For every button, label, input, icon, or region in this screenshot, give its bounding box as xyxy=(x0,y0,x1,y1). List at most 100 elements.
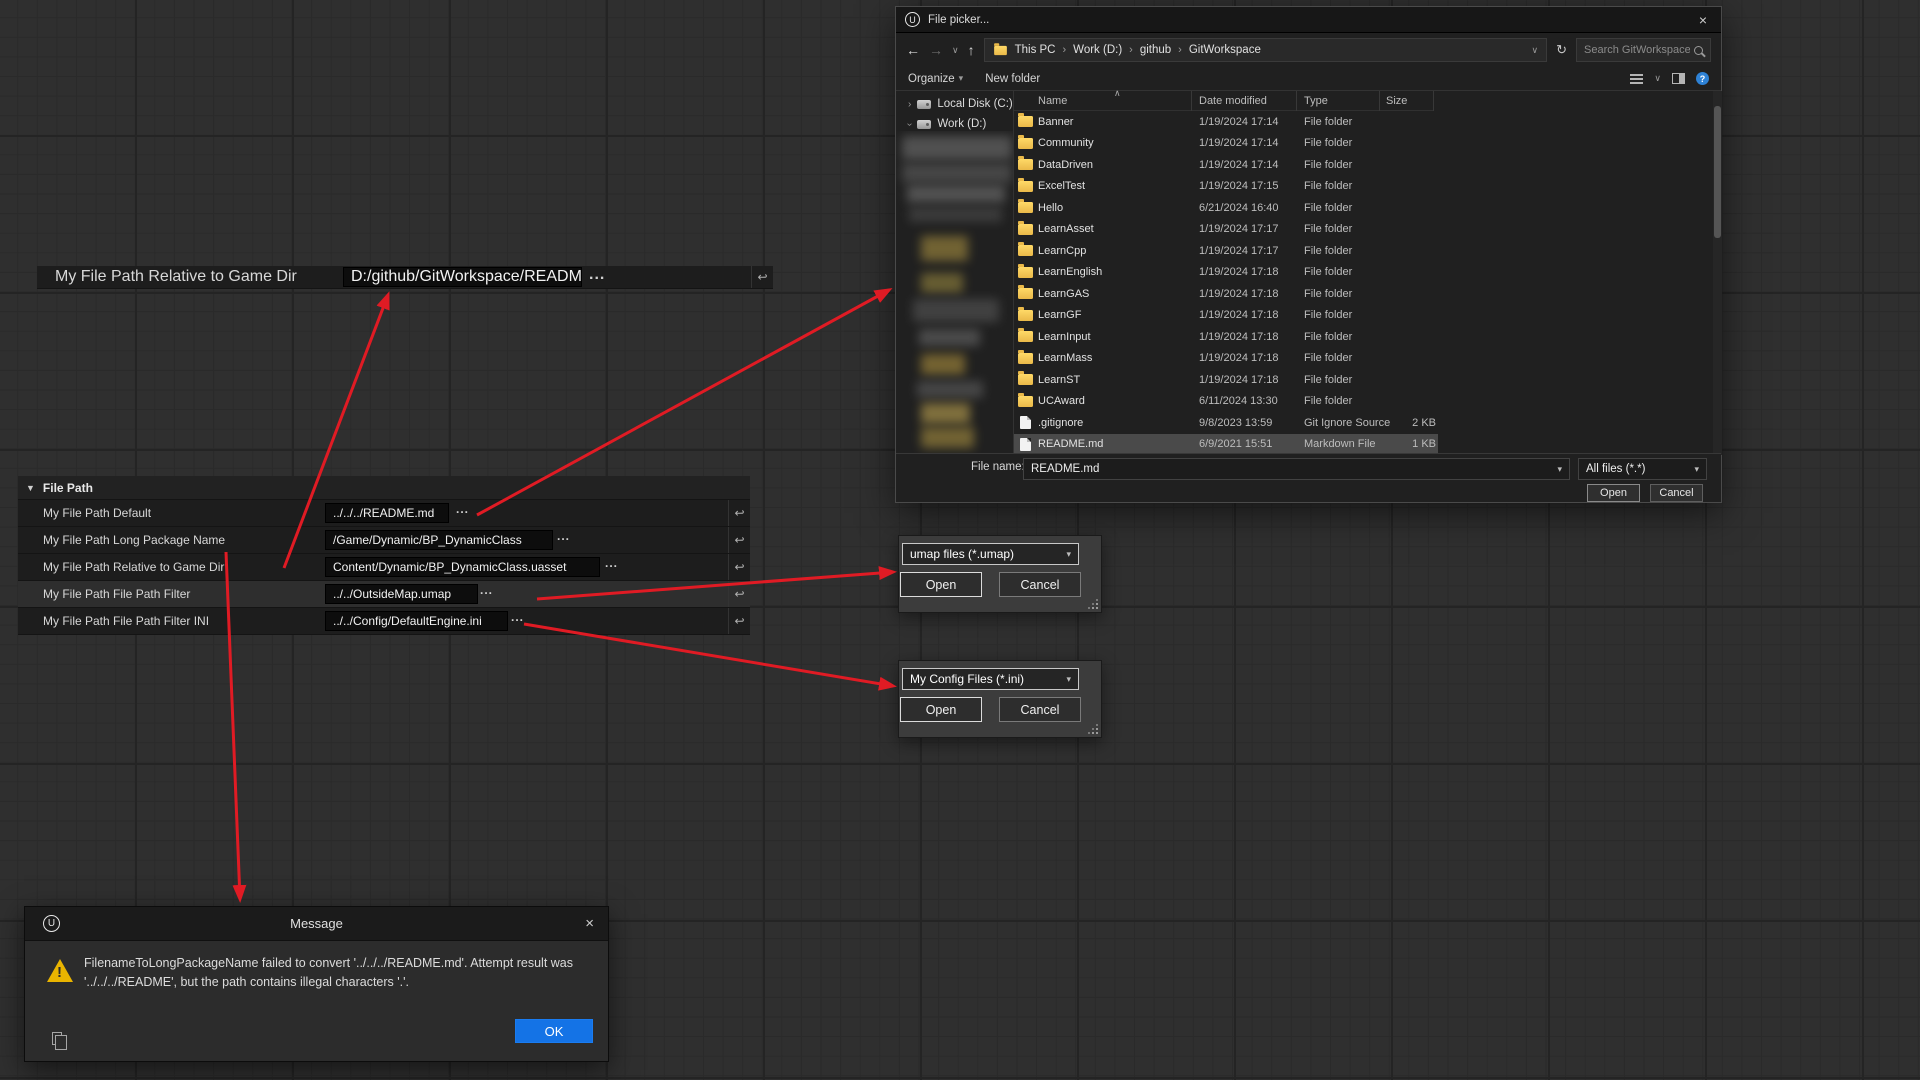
search-input[interactable] xyxy=(1584,44,1690,56)
file-row-selected[interactable]: README.md6/9/2021 15:51Markdown File1 KB xyxy=(1014,434,1438,456)
chevron-down-icon[interactable]: ∨ xyxy=(1532,45,1539,56)
close-icon[interactable]: × xyxy=(1694,12,1712,28)
file-filter-dropdown[interactable]: My Config Files (*.ini) ▾ xyxy=(902,668,1079,690)
tree-chevron-icon[interactable]: › xyxy=(908,99,911,110)
recent-locations-chevron-icon[interactable]: ∨ xyxy=(952,45,959,56)
file-row[interactable]: LearnGAS1/19/2024 17:18File folder xyxy=(1014,283,1438,305)
chevron-down-icon[interactable]: ▾ xyxy=(1557,464,1562,475)
reset-to-default-button[interactable]: ↩ xyxy=(728,500,750,526)
property-row[interactable]: My File Path Relative to Game Dir Conten… xyxy=(18,554,750,581)
column-header-date-modified[interactable]: Date modified xyxy=(1192,91,1297,111)
file-row[interactable]: ExcelTest1/19/2024 17:15File folder xyxy=(1014,176,1438,198)
file-row[interactable]: Community1/19/2024 17:14File folder xyxy=(1014,133,1438,155)
file-row[interactable]: LearnEnglish1/19/2024 17:18File folder xyxy=(1014,262,1438,284)
preview-pane-icon[interactable] xyxy=(1672,73,1685,84)
chevron-down-icon[interactable]: ▾ xyxy=(1066,674,1071,685)
resize-grip[interactable] xyxy=(1087,723,1098,734)
sidebar-item-label: Local Disk (C:) xyxy=(937,98,1012,110)
reset-icon: ↩ xyxy=(757,270,767,284)
reset-to-default-button[interactable]: ↩ xyxy=(728,608,750,634)
browse-ellipsis-button[interactable]: ... xyxy=(480,583,493,597)
browse-ellipsis-button[interactable]: ... xyxy=(511,610,524,624)
reset-icon: ↩ xyxy=(734,560,744,574)
resize-grip[interactable] xyxy=(1087,598,1098,609)
reset-to-default-button[interactable]: ↩ xyxy=(728,527,750,553)
file-path-value-field[interactable]: D:/github/GitWorkspace/README.md xyxy=(343,267,582,287)
breadcrumb-item[interactable]: Work (D:) xyxy=(1073,44,1122,56)
column-header-size[interactable]: Size xyxy=(1380,91,1434,111)
file-row[interactable]: LearnInput1/19/2024 17:18File folder xyxy=(1014,326,1438,348)
browse-ellipsis-button[interactable]: ... xyxy=(605,556,618,570)
property-row[interactable]: My File Path Default ../../../README.md … xyxy=(18,500,750,527)
column-header-name[interactable]: ∧ Name xyxy=(1014,91,1192,111)
chevron-down-icon: ▾ xyxy=(959,73,964,84)
reset-to-default-button[interactable]: ↩ xyxy=(751,266,773,288)
organize-button[interactable]: Organize xyxy=(908,73,955,85)
file-row[interactable]: .gitignore9/8/2023 13:59Git Ignore Sourc… xyxy=(1014,412,1438,434)
cancel-button[interactable]: Cancel xyxy=(1650,484,1703,502)
open-button[interactable]: Open xyxy=(900,697,982,722)
browse-ellipsis-button[interactable]: ... xyxy=(456,502,469,516)
sidebar-item-local-disk-c[interactable]: › Local Disk (C:) xyxy=(896,94,1013,114)
file-name-input[interactable]: README.md ▾ xyxy=(1023,458,1570,480)
file-path-value-field[interactable]: ../../Config/DefaultEngine.ini xyxy=(325,611,508,631)
property-row[interactable]: My File Path Relative to Game Dir D:/git… xyxy=(37,266,773,289)
scrollbar-thumb[interactable] xyxy=(1714,106,1721,238)
cancel-button[interactable]: Cancel xyxy=(999,572,1081,597)
close-icon[interactable]: × xyxy=(585,915,594,932)
file-row[interactable]: Hello6/21/2024 16:40File folder xyxy=(1014,197,1438,219)
property-row[interactable]: My File Path Long Package Name /Game/Dyn… xyxy=(18,527,750,554)
breadcrumb-item[interactable]: github xyxy=(1140,44,1171,56)
breadcrumb-item[interactable]: This PC xyxy=(1015,44,1056,56)
file-name-label: File name: xyxy=(971,461,1025,473)
ok-button[interactable]: OK xyxy=(515,1019,593,1043)
up-icon[interactable]: ↑ xyxy=(968,42,975,58)
chevron-down-icon[interactable]: ▾ xyxy=(1694,464,1699,475)
file-row[interactable]: DataDriven1/19/2024 17:14File folder xyxy=(1014,154,1438,176)
help-icon[interactable]: ? xyxy=(1696,72,1709,85)
file-name: Hello xyxy=(1038,202,1199,214)
file-filter-dropdown[interactable]: umap files (*.umap) ▾ xyxy=(902,543,1079,565)
vertical-scrollbar[interactable] xyxy=(1713,91,1722,455)
browse-ellipsis-button[interactable]: ... xyxy=(557,529,570,543)
file-row[interactable]: LearnST1/19/2024 17:18File folder xyxy=(1014,369,1438,391)
view-options-icon[interactable] xyxy=(1630,74,1643,84)
reset-to-default-button[interactable]: ↩ xyxy=(728,554,750,580)
file-row[interactable]: LearnMass1/19/2024 17:18File folder xyxy=(1014,348,1438,370)
title-bar[interactable]: U File picker... × xyxy=(896,7,1721,33)
file-row[interactable]: UCAward6/11/2024 13:30File folder xyxy=(1014,391,1438,413)
file-row[interactable]: LearnGF1/19/2024 17:18File folder xyxy=(1014,305,1438,327)
forward-icon[interactable]: → xyxy=(929,42,943,58)
open-button[interactable]: Open xyxy=(1587,484,1640,502)
file-row[interactable]: LearnCpp1/19/2024 17:17File folder xyxy=(1014,240,1438,262)
file-path-value-field[interactable]: /Game/Dynamic/BP_DynamicClass xyxy=(325,530,553,550)
file-type: File folder xyxy=(1304,180,1392,192)
property-row[interactable]: My File Path File Path Filter INI ../../… xyxy=(18,608,750,635)
back-icon[interactable]: ← xyxy=(906,42,920,58)
breadcrumb-item[interactable]: GitWorkspace xyxy=(1189,44,1261,56)
cancel-button[interactable]: Cancel xyxy=(999,697,1081,722)
chevron-down-icon[interactable]: ▾ xyxy=(1066,549,1071,560)
title-bar[interactable]: U Message × xyxy=(25,907,608,941)
open-button[interactable]: Open xyxy=(900,572,982,597)
new-folder-button[interactable]: New folder xyxy=(985,73,1040,85)
chevron-down-icon[interactable]: ∨ xyxy=(1654,73,1661,84)
tree-chevron-icon[interactable]: › xyxy=(904,122,915,125)
file-row[interactable]: Banner1/19/2024 17:14File folder xyxy=(1014,111,1438,133)
refresh-icon[interactable]: ↻ xyxy=(1556,42,1567,58)
property-row[interactable]: My File Path File Path Filter ../../Outs… xyxy=(18,581,750,608)
file-date: 1/19/2024 17:18 xyxy=(1199,352,1304,364)
file-path-value-field[interactable]: ../../../README.md xyxy=(325,503,449,523)
search-box[interactable] xyxy=(1576,38,1711,62)
copy-to-clipboard-icon[interactable] xyxy=(52,1032,62,1045)
column-header-type[interactable]: Type xyxy=(1297,91,1380,111)
file-size: 1 KB xyxy=(1392,438,1436,450)
reset-to-default-button[interactable]: ↩ xyxy=(728,581,750,607)
file-path-value-field[interactable]: ../../OutsideMap.umap xyxy=(325,584,478,604)
file-type-dropdown[interactable]: All files (*.*) ▾ xyxy=(1578,458,1707,480)
section-header-file-path[interactable]: ▼ File Path xyxy=(18,476,750,500)
file-row[interactable]: LearnAsset1/19/2024 17:17File folder xyxy=(1014,219,1438,241)
browse-ellipsis-button[interactable]: ... xyxy=(589,266,605,284)
breadcrumb[interactable]: This PC › Work (D:) › github › GitWorksp… xyxy=(984,38,1548,62)
file-path-value-field[interactable]: Content/Dynamic/BP_DynamicClass.uasset xyxy=(325,557,600,577)
